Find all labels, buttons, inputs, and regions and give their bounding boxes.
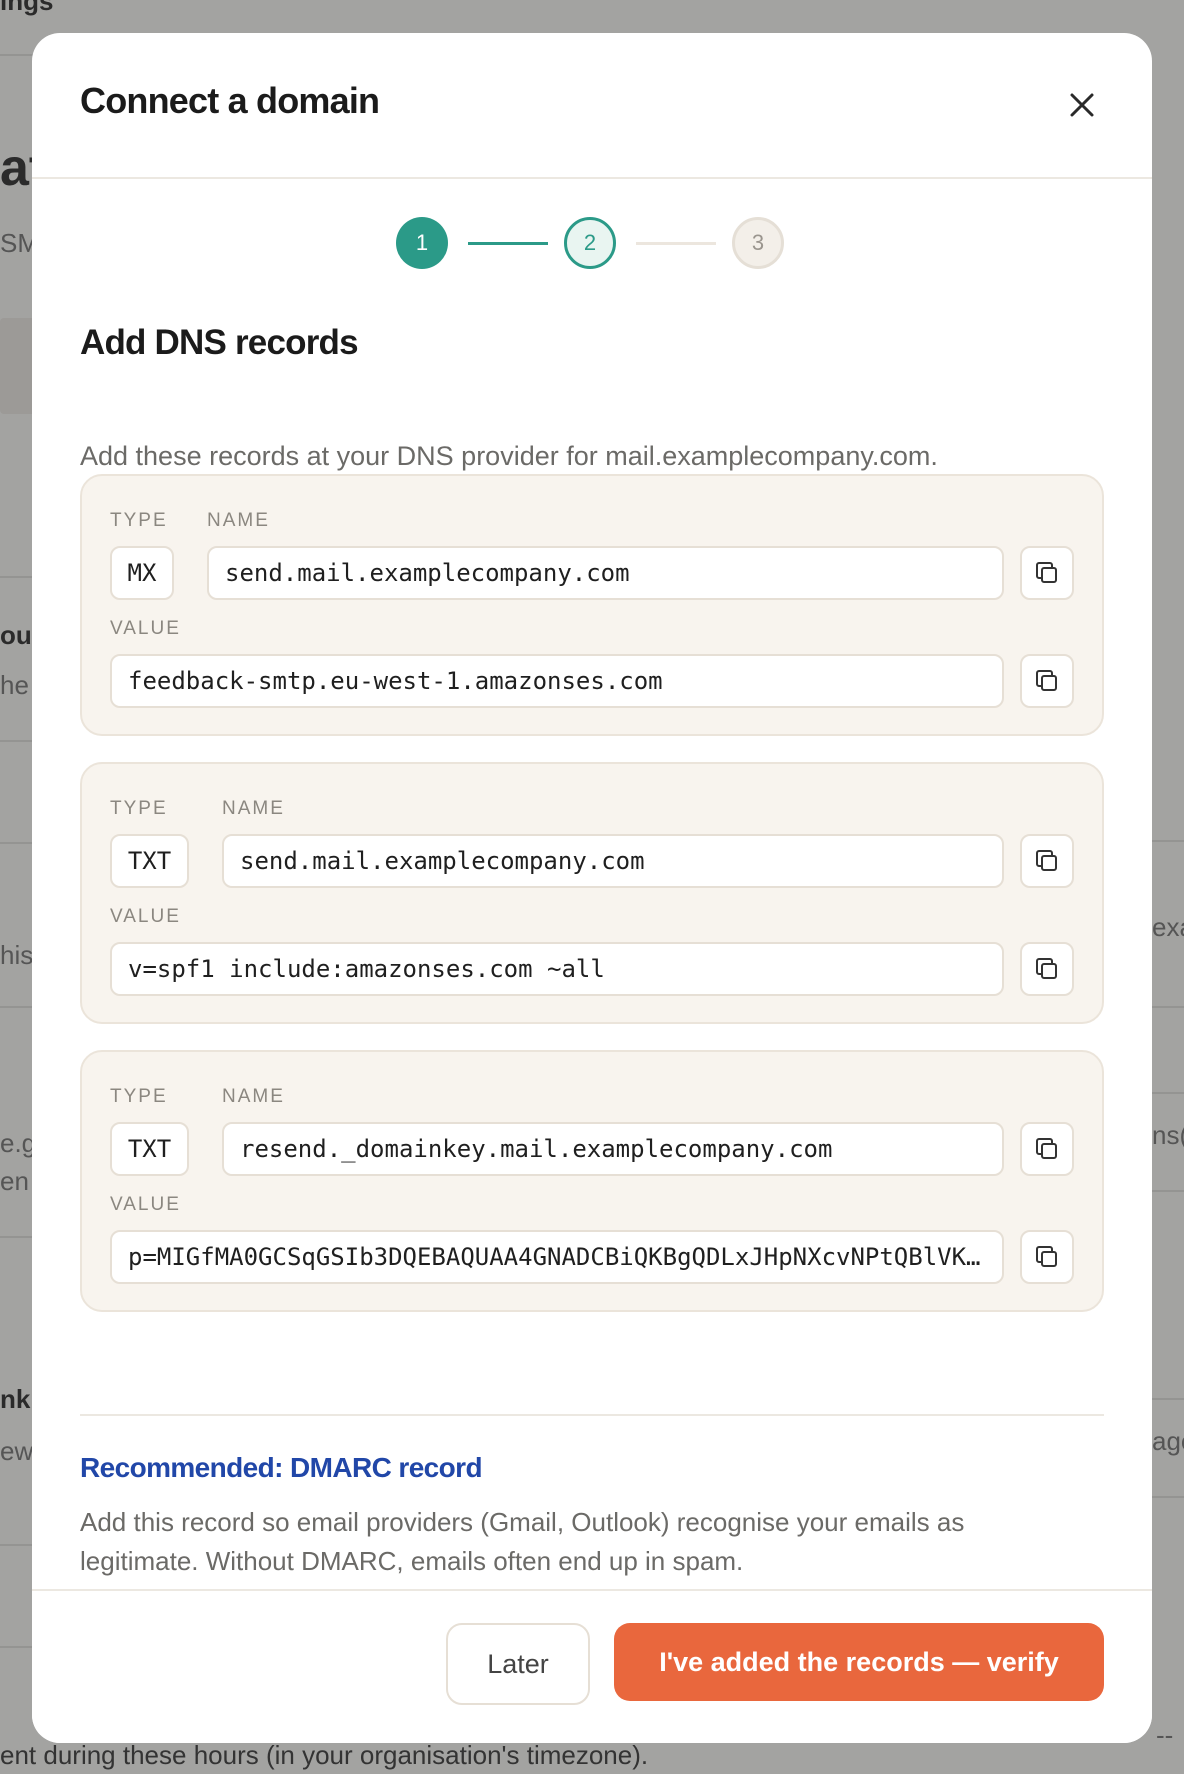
copy-icon [1036,1246,1057,1267]
name-label: NAME [207,510,270,531]
dmarc-title: Recommended: DMARC record [80,1452,483,1483]
dmarc-description: Add this record so email providers (Gmai… [80,1507,965,1576]
step-3-indicator: 3 [732,217,784,269]
type-label: TYPE [110,798,168,819]
close-icon [1070,93,1094,117]
bg-fragment: ou [0,620,32,650]
value-label: VALUE [110,1194,181,1215]
copy-value-button[interactable] [1020,1230,1074,1284]
bg-divider [1152,1092,1184,1094]
bg-fragment: en [0,1166,29,1196]
copy-icon [1036,958,1057,979]
bg-divider [1152,840,1184,842]
record-name-field[interactable]: send.mail.examplecompany.com [222,834,1004,888]
copy-icon [1036,1138,1057,1159]
dialog-header: Connect a domain [32,33,1152,179]
record-type: MX [110,546,174,600]
bg-divider [1152,1398,1184,1400]
copy-icon [1036,562,1057,583]
record-value-field[interactable]: feedback-smtp.eu-west-1.amazonses.com [110,654,1004,708]
dns-record-card: TYPE NAME TXT resend._domainkey.mail.exa… [80,1050,1104,1312]
dns-record-card: TYPE NAME MX send.mail.examplecompany.co… [80,474,1104,736]
copy-name-button[interactable] [1020,1122,1074,1176]
dns-record-card: TYPE NAME TXT send.mail.examplecompany.c… [80,762,1104,1024]
bg-fragment: he [0,670,29,700]
value-label: VALUE [110,906,181,927]
bg-fragment: ew [0,1436,34,1466]
copy-icon [1036,850,1057,871]
section-title: Add DNS records [80,323,359,362]
type-label: TYPE [110,510,168,531]
connect-domain-dialog: Connect a domain 1 2 3 Add DNS records A… [32,33,1152,1743]
record-value-field[interactable]: v=spf1 include:amazonses.com ~all [110,942,1004,996]
bg-divider [1152,1496,1184,1498]
record-value-field[interactable]: p=MIGfMA0GCSqGSIb3DQEBAQUAA4GNADCBiQKBgQ… [110,1230,1004,1284]
record-name-field[interactable]: resend._domainkey.mail.examplecompany.co… [222,1122,1004,1176]
value-label: VALUE [110,618,181,639]
bg-fragment: -- [1156,1720,1174,1750]
bg-divider [1152,1006,1184,1008]
type-label: TYPE [110,1086,168,1107]
record-type: TXT [110,834,189,888]
bg-fragment: his [0,940,34,970]
bg-fragment: ings [0,0,54,16]
bg-footer-text: ent during these hours (in your organisa… [0,1740,649,1770]
bg-fragment: exa [1152,912,1184,942]
step-2-indicator: 2 [564,217,616,269]
copy-name-button[interactable] [1020,834,1074,888]
later-button[interactable]: Later [446,1623,590,1705]
record-type: TXT [110,1122,189,1176]
copy-icon [1036,670,1057,691]
close-button[interactable] [1060,83,1104,127]
step-1-indicator: 1 [396,217,448,269]
name-label: NAME [222,1086,285,1107]
progress-stepper: 1 2 3 [32,217,1152,275]
copy-value-button[interactable] [1020,942,1074,996]
step-connector-done [468,242,548,245]
bg-fragment: nk [0,1384,31,1414]
name-label: NAME [222,798,285,819]
step-connector-pending [636,242,716,245]
bg-fragment: ns( [1152,1120,1184,1150]
bg-fragment: age [1152,1426,1184,1456]
dialog-footer: Later I've added the records — verify [32,1589,1152,1743]
section-description: Add these records at your DNS provider f… [80,441,938,471]
verify-button[interactable]: I've added the records — verify [614,1623,1104,1701]
bg-fragment: e.g [0,1128,37,1158]
section-divider [80,1414,1104,1416]
bg-divider [1152,1190,1184,1192]
dialog-title: Connect a domain [80,80,380,121]
copy-name-button[interactable] [1020,546,1074,600]
copy-value-button[interactable] [1020,654,1074,708]
record-name-field[interactable]: send.mail.examplecompany.com [207,546,1004,600]
